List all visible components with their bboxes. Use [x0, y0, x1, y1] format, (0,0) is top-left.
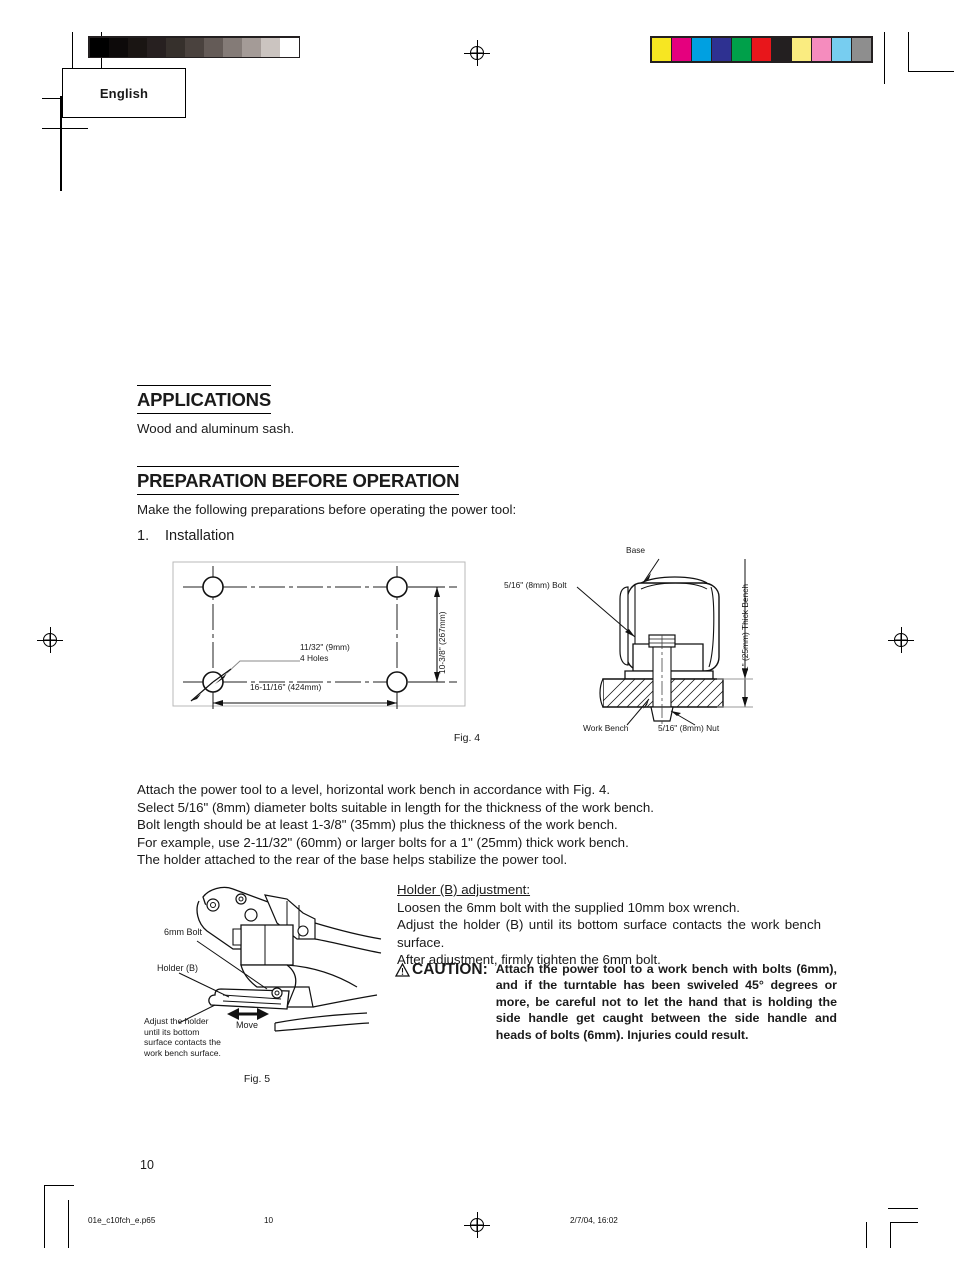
installation-line-4: For example, use 2-11/32" (60mm) or larg… [137, 834, 629, 850]
preparation-intro: Make the following preparations before o… [137, 501, 517, 517]
fig4-label-height: 10-3/8" (267mm) [437, 611, 447, 674]
fig4-label-width: 16-11/16" (424mm) [250, 682, 322, 692]
grayscale-swatch-9 [260, 37, 280, 57]
footer-file-name: 01e_c10fch_e.p65 [88, 1216, 156, 1225]
footer-page-number: 10 [264, 1216, 274, 1225]
crop-mark-bottom-right-h1 [888, 1208, 918, 1210]
footer-timestamp: 2/7/04, 16:02 [570, 1216, 618, 1225]
registration-mark-top [464, 40, 490, 66]
holder-adjustment-line-1: Loosen the 6mm bolt with the supplied 10… [397, 899, 740, 915]
caution-block: CAUTION: Attach the power tool to a work… [394, 960, 837, 1043]
main-content: APPLICATIONS Wood and aluminum sash. PRE… [137, 385, 837, 1098]
fig4-drawing: 11/32" (9mm) 4 Holes 16-11/16" (424mm) 1… [165, 554, 475, 714]
color-swatch-10 [852, 38, 871, 61]
color-calibration-bar [650, 36, 873, 63]
color-swatch-6 [772, 38, 791, 61]
crop-mark-bottom-right-v1 [866, 1222, 868, 1248]
holder-adjustment-title-text: Holder (B) adjustment: [397, 881, 531, 897]
fig5-label-move: Move [236, 1019, 259, 1030]
language-label: English [99, 85, 149, 101]
installation-paragraph: Attach the power tool to a level, horizo… [137, 781, 837, 869]
color-swatch-3 [712, 38, 731, 61]
lower-block: 6mm Bolt Holder (B) Move Adjust the hold… [137, 881, 837, 1098]
warning-triangle-icon [394, 961, 412, 1043]
fig4-label-hole-size: 11/32" (9mm) [300, 642, 350, 652]
crop-mark-top-left-h2 [42, 128, 88, 130]
grayscale-swatch-3 [146, 37, 166, 57]
color-swatch-9 [832, 38, 851, 61]
installation-item-number: 1. [137, 528, 150, 544]
fig4-bench-label-nut: 5/16" (8mm) Nut [658, 723, 720, 733]
installation-line-3: Bolt length should be at least 1-3/8" (3… [137, 817, 618, 833]
crop-mark-top-right-v2 [908, 32, 910, 72]
registration-mark-right [888, 627, 914, 653]
grayscale-calibration-bar [88, 36, 300, 58]
fig5-note: Adjust the holder until its bottom surfa… [144, 1016, 221, 1058]
installation-line-1: Attach the power tool to a level, horizo… [137, 782, 611, 797]
grayscale-swatch-5 [184, 37, 204, 57]
applications-body: Wood and aluminum sash. [137, 421, 295, 436]
crop-mark-bottom-right-h2 [890, 1222, 918, 1224]
fig5-label-bolt: 6mm Bolt [164, 926, 203, 937]
fig4-bench-label-base: Base [626, 545, 646, 555]
fig4-caption: Fig. 4 [453, 732, 481, 744]
fig5-note-line-3: surface contacts the [144, 1037, 221, 1048]
crop-mark-top-right-v1 [884, 32, 886, 84]
installation-item-title: Installation [165, 528, 235, 544]
grayscale-swatch-1 [108, 37, 128, 57]
installation-line-2: Select 5/16" (8mm) diameter bolts suitab… [137, 799, 654, 815]
grayscale-swatch-7 [222, 37, 242, 57]
figures-row: 11/32" (9mm) 4 Holes 16-11/16" (424mm) 1… [137, 545, 837, 769]
fig5-note-line-2: until its bottom [144, 1026, 200, 1037]
grayscale-swatch-0 [89, 37, 109, 57]
fig4-label-hole-count: 4 Holes [300, 653, 329, 663]
fig5-drawing: 6mm Bolt Holder (B) Move Adjust the hold… [137, 883, 387, 1085]
color-swatch-1 [672, 38, 691, 61]
fig5-label-holder: Holder (B) [157, 962, 199, 973]
caution-text: Attach the power tool to a work bench wi… [495, 961, 837, 1042]
registration-mark-bottom [464, 1212, 490, 1238]
fig5-note-line-1: Adjust the holder [144, 1015, 209, 1026]
applications-heading: APPLICATIONS [137, 385, 271, 414]
crop-mark-top-right-h [908, 71, 954, 73]
fig4-bench-drawing: Base 5/16" (8mm) Bolt 1" (25mm) Thick Be… [504, 539, 807, 733]
fig4-bench-label-thickness: 1" (25mm) Thick Bench [740, 583, 750, 671]
color-swatch-2 [692, 38, 711, 61]
page-root: English APPLICATIONS Wood and aluminum s… [0, 0, 954, 1286]
grayscale-swatch-4 [165, 37, 185, 57]
fig5-note-line-4: work bench surface. [144, 1047, 221, 1058]
crop-mark-bottom-left-h [44, 1185, 74, 1187]
applications-section: APPLICATIONS Wood and aluminum sash. [137, 385, 837, 438]
grayscale-swatch-6 [203, 37, 223, 57]
fig4-bench-label-bolt: 5/16" (8mm) Bolt [504, 580, 567, 590]
fig4-bench-label-work-bench: Work Bench [583, 723, 629, 733]
grayscale-swatch-8 [241, 37, 261, 57]
preparation-section: PREPARATION BEFORE OPERATION Make the fo… [137, 465, 837, 544]
crop-mark-bottom-left-v1 [44, 1186, 46, 1248]
caution-word: CAUTION: [412, 960, 488, 978]
language-box: English [62, 68, 186, 118]
page-number: 10 [140, 1158, 154, 1172]
installation-line-5: The holder attached to the rear of the b… [137, 852, 568, 868]
color-swatch-0 [652, 38, 671, 61]
color-swatch-5 [752, 38, 771, 61]
color-swatch-7 [792, 38, 811, 61]
crop-mark-bottom-right-v2 [890, 1222, 892, 1248]
color-swatch-4 [732, 38, 751, 61]
registration-mark-left [37, 627, 63, 653]
holder-adjustment-text: Holder (B) adjustment: Loosen the 6mm bo… [397, 881, 837, 969]
color-swatch-8 [812, 38, 831, 61]
holder-adjustment-line-2: Adjust the holder (B) until its bottom s… [397, 917, 821, 950]
fig5-caption: Fig. 5 [243, 1072, 271, 1085]
grayscale-swatch-10 [279, 37, 299, 57]
preparation-heading: PREPARATION BEFORE OPERATION [137, 465, 459, 495]
grayscale-swatch-2 [127, 37, 147, 57]
crop-mark-bottom-left-v2 [68, 1200, 70, 1248]
holder-adjustment-title: Holder (B) adjustment: [397, 881, 837, 899]
